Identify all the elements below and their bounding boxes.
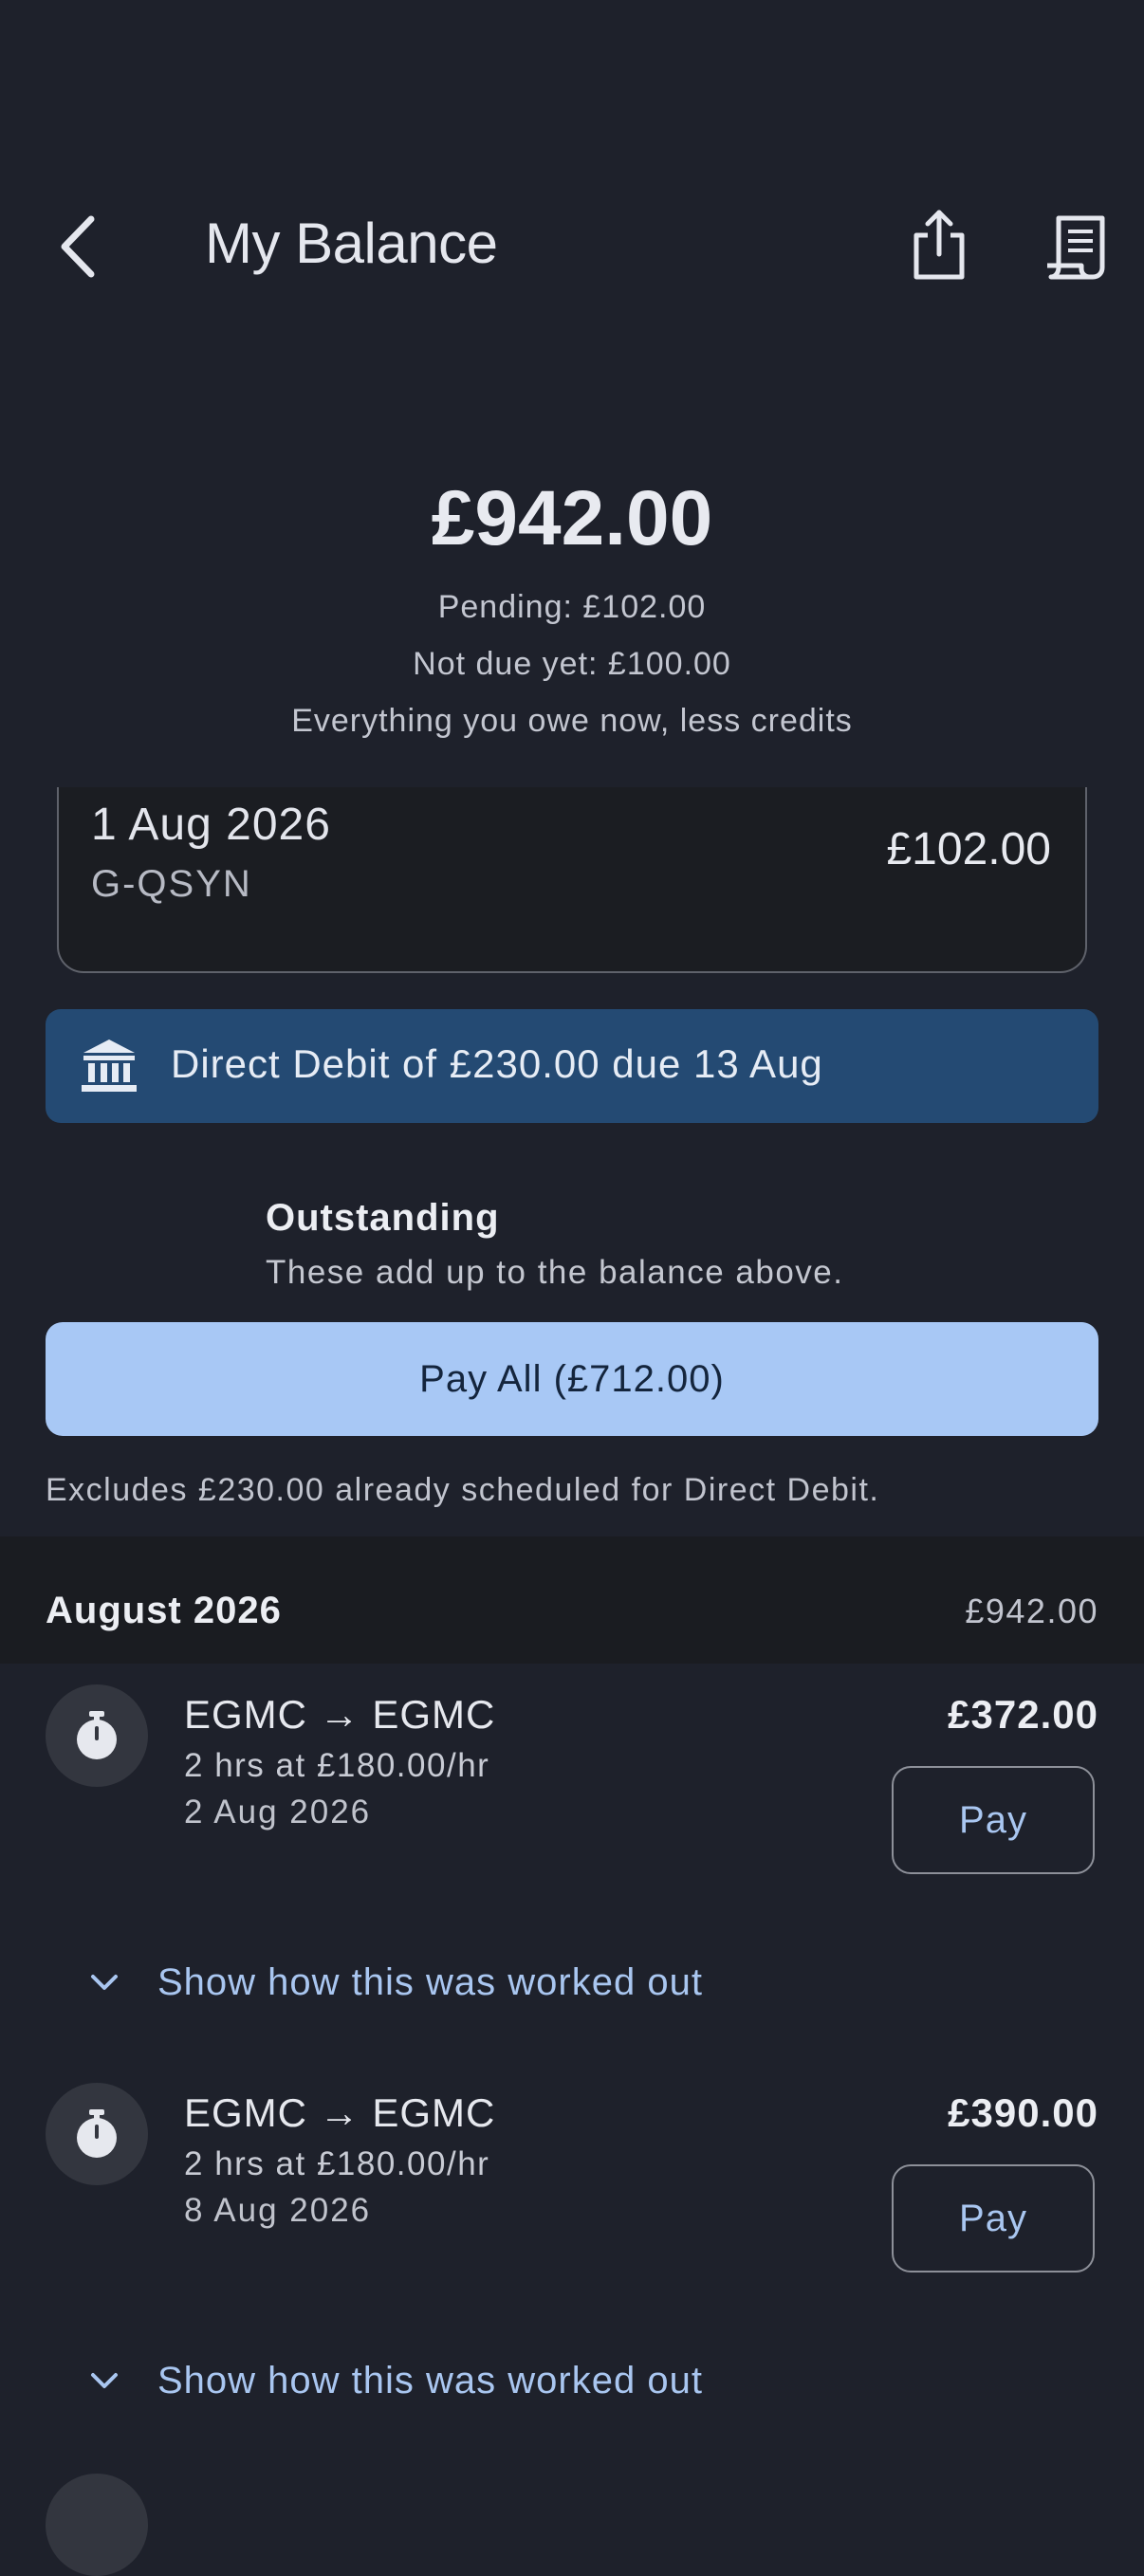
transaction-amount: £390.00 — [948, 2090, 1098, 2135]
page-title: My Balance — [205, 212, 498, 275]
show-calculation-label: Show how this was worked out — [157, 1960, 703, 2003]
excludes-note: Excludes £230.00 already scheduled for D… — [46, 1472, 880, 1508]
balance-note: Everything you owe now, less credits — [291, 703, 853, 739]
month-label: August 2026 — [46, 1590, 282, 1631]
outstanding-description: These add up to the balance above. — [266, 1254, 844, 1291]
transaction-rate: 2 hrs at £180.00/hr — [184, 2145, 490, 2182]
chevron-left-icon — [61, 215, 95, 278]
transaction-amount: £372.00 — [948, 1692, 1098, 1737]
show-calculation-link[interactable]: Show how this was worked out — [85, 2352, 703, 2409]
pending-card-registration: G-QSYN — [91, 863, 252, 905]
receipt-icon — [1047, 215, 1105, 280]
balance-amount: £942.00 — [431, 475, 713, 561]
back-button[interactable] — [47, 204, 114, 289]
pending-card-date: 1 Aug 2026 — [91, 800, 331, 850]
stopwatch-icon — [46, 2083, 148, 2185]
share-icon — [913, 210, 965, 280]
show-calculation-link[interactable]: Show how this was worked out — [85, 1954, 703, 2011]
transaction-rate: 2 hrs at £180.00/hr — [184, 1747, 490, 1784]
pending-card-amount: £102.00 — [886, 824, 1051, 874]
header: My Balance £942.00 Pending: £102.00 Not … — [0, 0, 1144, 787]
pay-button[interactable]: Pay — [892, 2164, 1095, 2272]
month-total: £942.00 — [965, 1592, 1098, 1630]
bank-icon — [80, 1038, 138, 1095]
direct-debit-text: Direct Debit of £230.00 due 13 Aug — [171, 1041, 823, 1086]
transaction-route: EGMC → EGMC — [184, 1692, 496, 1737]
stopwatch-icon — [46, 1684, 148, 1787]
pending-amount: Pending: £102.00 — [437, 589, 707, 625]
chevron-down-icon — [91, 1975, 118, 1990]
share-button[interactable] — [909, 207, 969, 283]
transaction-date: 8 Aug 2026 — [184, 2192, 372, 2229]
pay-button[interactable]: Pay — [892, 1766, 1095, 1874]
show-calculation-label: Show how this was worked out — [157, 2359, 703, 2401]
pay-all-button[interactable]: Pay All (£712.00) — [46, 1322, 1098, 1436]
receipt-button[interactable] — [1043, 211, 1110, 281]
chevron-down-icon — [91, 2373, 118, 2388]
transaction-date: 2 Aug 2026 — [184, 1794, 372, 1831]
outstanding-title: Outstanding — [266, 1197, 500, 1239]
transaction-route: EGMC → EGMC — [184, 2090, 496, 2135]
next-transaction-icon — [46, 2474, 148, 2576]
not-due-amount: Not due yet: £100.00 — [413, 646, 731, 682]
